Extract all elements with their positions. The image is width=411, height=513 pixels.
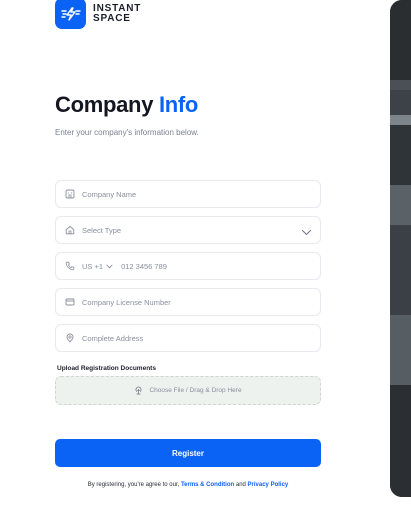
- title-main: Company: [55, 92, 154, 117]
- license-number-placeholder: Company License Number: [82, 297, 171, 307]
- brand-line-1: INSTANT: [93, 2, 142, 14]
- brand-logo: INSTANT SPACE: [55, 0, 141, 29]
- file-upload-dropzone[interactable]: Choose File / Drag & Drop Here: [55, 376, 321, 405]
- location-pin-icon: [64, 332, 76, 344]
- title-accent: Info: [158, 92, 199, 117]
- hero-image-panel: [390, 0, 411, 497]
- brand-name: INSTANT SPACE: [93, 2, 142, 24]
- terms-and: and: [235, 482, 246, 488]
- company-name-input[interactable]: Company Name: [55, 180, 321, 208]
- chevron-down-icon: [106, 264, 113, 268]
- phone-icon: [64, 260, 76, 272]
- terms-link[interactable]: Terms & Condition: [181, 482, 234, 488]
- page-subtitle: Enter your company's information below.: [55, 128, 199, 137]
- license-number-input[interactable]: Company License Number: [55, 288, 321, 316]
- upload-icon: [134, 382, 143, 400]
- page-title: Company Info: [55, 92, 198, 118]
- register-button[interactable]: Register: [55, 439, 321, 467]
- terms-prefix: By registering, you're agree to our,: [87, 482, 180, 488]
- country-code-select[interactable]: US +1: [82, 262, 113, 271]
- type-select-value: Select Type: [82, 225, 122, 235]
- country-code-value: US +1: [82, 261, 104, 271]
- address-placeholder: Complete Address: [82, 333, 144, 343]
- chevron-down-icon: [301, 225, 312, 243]
- phone-number-placeholder: 012 3456 789: [121, 261, 167, 271]
- privacy-policy-link[interactable]: Privacy Policy: [248, 482, 289, 488]
- building-icon: [64, 188, 76, 200]
- terms-notice: By registering, you're agree to our, Ter…: [0, 482, 376, 488]
- company-name-placeholder: Company Name: [82, 189, 137, 199]
- upload-prompt: Choose File / Drag & Drop Here: [149, 387, 242, 394]
- lightning-logo-icon: [55, 0, 86, 29]
- brand-line-2: SPACE: [93, 12, 131, 24]
- type-select[interactable]: Select Type: [55, 216, 321, 244]
- id-card-icon: [64, 296, 76, 308]
- home-icon: [64, 224, 76, 236]
- upload-label: Upload Registration Documents: [57, 365, 156, 372]
- address-input[interactable]: Complete Address: [55, 324, 321, 352]
- phone-input[interactable]: US +1 012 3456 789: [55, 252, 321, 280]
